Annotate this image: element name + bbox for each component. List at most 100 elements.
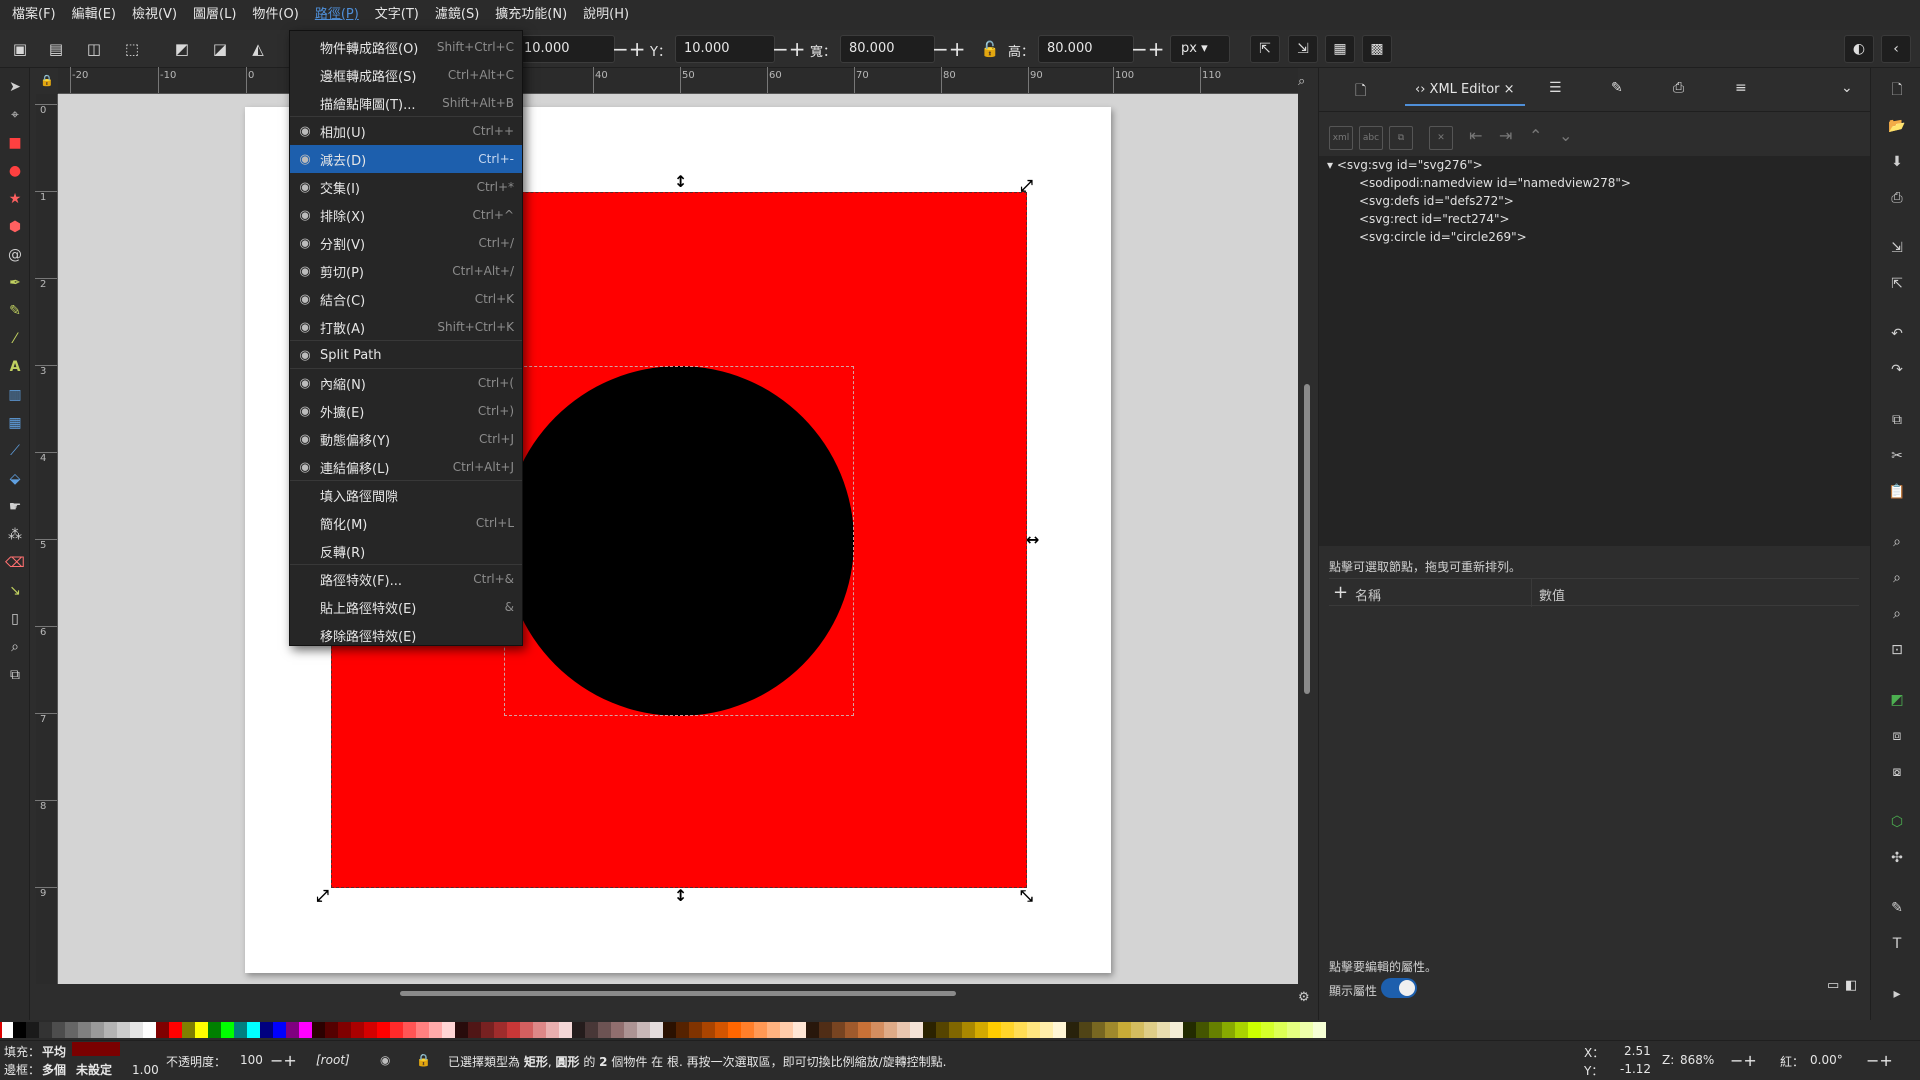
select-all-icon[interactable]: ▣ bbox=[10, 39, 30, 59]
gradient-tool-icon[interactable]: ▥ bbox=[4, 384, 26, 406]
color-swatch[interactable] bbox=[442, 1022, 455, 1038]
copy-icon[interactable]: ⧉ bbox=[1887, 410, 1907, 430]
export-tab-icon[interactable]: ⎙ bbox=[1673, 80, 1684, 96]
fill-stroke-icon[interactable]: ✎ bbox=[1887, 898, 1907, 918]
paste-icon[interactable]: 📋 bbox=[1887, 482, 1907, 502]
color-swatch[interactable] bbox=[104, 1022, 117, 1038]
color-swatch[interactable] bbox=[364, 1022, 377, 1038]
color-swatch[interactable] bbox=[416, 1022, 429, 1038]
eye-icon[interactable]: ◉ bbox=[380, 1053, 390, 1067]
paint-bucket-tool-icon[interactable]: ⬙ bbox=[4, 468, 26, 490]
move-gradients-button[interactable]: ▦ bbox=[1325, 35, 1355, 63]
lock-guides-icon[interactable]: 🔒 bbox=[40, 74, 54, 87]
color-swatch[interactable] bbox=[1079, 1022, 1092, 1038]
tree-node[interactable]: <sodipodi:namedview id="namedview278"> bbox=[1359, 176, 1631, 190]
color-swatch[interactable] bbox=[1131, 1022, 1144, 1038]
scale-handle-bottom-left[interactable]: ⤢ bbox=[316, 888, 329, 904]
color-swatch[interactable] bbox=[988, 1022, 1001, 1038]
print-icon[interactable]: ⎙ bbox=[1887, 188, 1907, 208]
select-all-layers-icon[interactable]: ▤ bbox=[46, 39, 66, 59]
stroke-paint-value[interactable]: 未設定 bbox=[76, 1061, 112, 1078]
color-swatch[interactable] bbox=[78, 1022, 91, 1038]
color-swatch[interactable] bbox=[13, 1022, 26, 1038]
path-menu-item[interactable]: 貼上路徑特效(E) & bbox=[290, 593, 522, 621]
path-menu-item[interactable]: ◉ 減去(D) Ctrl+- bbox=[290, 145, 522, 173]
rectangle-tool-icon[interactable]: ■ bbox=[4, 132, 26, 154]
rotation-field[interactable]: 0.00° bbox=[1810, 1053, 1843, 1067]
eraser-tool-icon[interactable]: ⌫ bbox=[4, 552, 26, 574]
color-swatch[interactable] bbox=[793, 1022, 806, 1038]
scrollbar-thumb[interactable] bbox=[1304, 384, 1310, 694]
ungroup-icon[interactable]: ✣ bbox=[1887, 848, 1907, 868]
x-stepper[interactable]: −+ bbox=[612, 36, 646, 62]
path-menu-item[interactable]: ◉ 打散(A) Shift+Ctrl+K bbox=[290, 313, 522, 341]
selector-tool-icon[interactable]: ➤ bbox=[4, 76, 26, 98]
path-menu-item[interactable]: 移除路徑特效(E) bbox=[290, 621, 522, 649]
path-menu-item[interactable]: ◉ 內縮(N) Ctrl+( bbox=[290, 369, 522, 397]
path-menu-item[interactable]: 物件轉成路徑(O) Shift+Ctrl+C bbox=[290, 33, 522, 61]
color-swatch[interactable] bbox=[429, 1022, 442, 1038]
tree-node[interactable]: <svg:circle id="circle269"> bbox=[1359, 230, 1527, 244]
redo-icon[interactable]: ↷ bbox=[1887, 360, 1907, 380]
color-swatch[interactable] bbox=[455, 1022, 468, 1038]
tree-node[interactable]: <svg:defs id="defs272"> bbox=[1359, 194, 1514, 208]
color-swatch[interactable] bbox=[637, 1022, 650, 1038]
layers-tab-icon[interactable]: ≡ bbox=[1735, 80, 1747, 96]
zoom-page-width-icon[interactable]: ⊡ bbox=[1887, 640, 1907, 660]
color-swatch[interactable] bbox=[884, 1022, 897, 1038]
color-swatch[interactable] bbox=[39, 1022, 52, 1038]
ellipse-tool-icon[interactable]: ● bbox=[4, 160, 26, 182]
vertical-ruler[interactable]: 0 1 2 3 4 5 6 7 8 9 bbox=[35, 94, 58, 984]
zoom-stepper[interactable]: −+ bbox=[1730, 1051, 1757, 1070]
path-menu-item[interactable]: 路徑特效(F)... Ctrl+& bbox=[290, 565, 522, 593]
color-swatch[interactable] bbox=[1248, 1022, 1261, 1038]
color-swatch[interactable] bbox=[663, 1022, 676, 1038]
raise-node-icon[interactable]: ⌃ bbox=[1529, 126, 1542, 145]
import-icon[interactable]: ⇲ bbox=[1887, 238, 1907, 258]
duplicate-icon[interactable]: ◩ bbox=[1887, 690, 1907, 710]
scrollbar-thumb[interactable] bbox=[400, 991, 956, 996]
horizontal-ruler[interactable]: -20 -10 0 40 50 60 70 80 90 100 110 bbox=[58, 67, 1298, 94]
menu-view[interactable]: 檢視(V) bbox=[124, 0, 185, 30]
opacity-field[interactable]: 100 bbox=[240, 1053, 263, 1067]
color-swatch[interactable] bbox=[351, 1022, 364, 1038]
path-menu-item[interactable]: ◉ 排除(X) Ctrl+^ bbox=[290, 201, 522, 229]
tweak-tool-icon[interactable]: ☛ bbox=[4, 496, 26, 518]
text-font-icon[interactable]: T bbox=[1887, 934, 1907, 954]
pen-tool-icon[interactable]: ✒ bbox=[4, 272, 26, 294]
opacity-stepper[interactable]: −+ bbox=[270, 1051, 297, 1070]
unindent-node-icon[interactable]: ⇤ bbox=[1469, 126, 1482, 145]
color-swatch[interactable] bbox=[1092, 1022, 1105, 1038]
color-swatch[interactable] bbox=[780, 1022, 793, 1038]
path-menu-item[interactable]: ◉ 動態偏移(Y) Ctrl+J bbox=[290, 425, 522, 453]
export-icon[interactable]: ⇱ bbox=[1887, 274, 1907, 294]
path-menu-item[interactable]: 填入路徑間隙 bbox=[290, 481, 522, 509]
undo-icon[interactable]: ↶ bbox=[1887, 324, 1907, 344]
pages-tool-icon[interactable]: ▯ bbox=[4, 608, 26, 630]
add-attribute-icon[interactable]: + bbox=[1333, 583, 1348, 603]
color-swatch[interactable] bbox=[1170, 1022, 1183, 1038]
height-field[interactable]: 80.000 bbox=[1038, 35, 1134, 63]
path-menu-item[interactable]: ◉ 相加(U) Ctrl++ bbox=[290, 117, 522, 145]
color-swatch[interactable] bbox=[806, 1022, 819, 1038]
color-swatch[interactable] bbox=[247, 1022, 260, 1038]
spiral-tool-icon[interactable]: @ bbox=[4, 244, 26, 266]
color-swatch[interactable] bbox=[832, 1022, 845, 1038]
x-field[interactable]: 10.000 bbox=[515, 35, 615, 63]
color-swatch[interactable] bbox=[1027, 1022, 1040, 1038]
unit-select[interactable]: px ▾ bbox=[1170, 35, 1230, 63]
path-menu-item[interactable]: ◉ 外擴(E) Ctrl+) bbox=[290, 397, 522, 425]
color-swatch[interactable] bbox=[1105, 1022, 1118, 1038]
path-menu-item[interactable]: ◉ 分割(V) Ctrl+/ bbox=[290, 229, 522, 257]
color-swatch[interactable] bbox=[507, 1022, 520, 1038]
color-swatch[interactable] bbox=[1300, 1022, 1313, 1038]
color-swatch[interactable] bbox=[975, 1022, 988, 1038]
color-swatch[interactable] bbox=[650, 1022, 663, 1038]
canvas-vertical-scrollbar[interactable] bbox=[1300, 94, 1314, 984]
color-swatch[interactable] bbox=[390, 1022, 403, 1038]
menu-object[interactable]: 物件(O) bbox=[244, 0, 306, 30]
path-menu-item[interactable]: ◉ 剪切(P) Ctrl+Alt+/ bbox=[290, 257, 522, 285]
scale-handle-top-right[interactable]: ⤢ bbox=[1020, 178, 1033, 194]
zoom-field[interactable]: 868% bbox=[1680, 1053, 1714, 1067]
zoom-tool-icon[interactable]: ⌕ bbox=[4, 636, 26, 658]
